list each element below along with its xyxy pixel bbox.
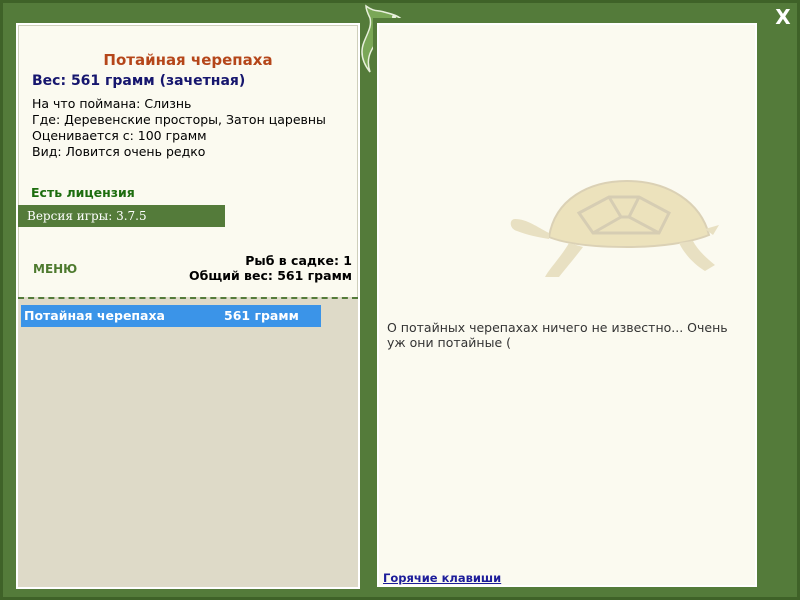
menu-button[interactable]: МЕНЮ (33, 262, 77, 276)
list-item-name: Потайная черепаха (24, 308, 165, 323)
rated-from-text: Оценивается с: 100 грамм (32, 128, 207, 143)
fish-info-panel: Потайная черепаха Вес: 561 грамм (зачетн… (16, 23, 360, 589)
caught-on-text: На что поймана: Слизнь (32, 96, 192, 111)
fish-description: О потайных черепахах ничего не известно.… (387, 320, 728, 350)
keepnet-total-weight: Общий вес: 561 грамм (189, 268, 352, 283)
fish-weight: Вес: 561 грамм (зачетная) (32, 73, 246, 89)
catch-list[interactable]: Потайная черепаха 561 грамм (18, 297, 358, 587)
description-panel: О потайных черепахах ничего не известно.… (373, 18, 762, 590)
list-item-weight: 561 грамм (224, 308, 299, 323)
rarity-text: Вид: Ловится очень редко (32, 144, 206, 159)
keepnet-count: Рыб в садке: 1 (245, 253, 352, 268)
turtle-image (510, 179, 719, 277)
list-item[interactable]: Потайная черепаха 561 грамм (21, 305, 321, 327)
location-text: Где: Деревенские просторы, Затон царевны (32, 112, 326, 127)
close-icon[interactable]: X (772, 6, 794, 28)
version-label: Версия игры: 3.7.5 (18, 205, 225, 227)
license-status: Есть лицензия (31, 185, 135, 200)
fish-title: Потайная черепаха (103, 51, 273, 69)
hotkeys-link[interactable]: Горячие клавиши (383, 571, 501, 585)
